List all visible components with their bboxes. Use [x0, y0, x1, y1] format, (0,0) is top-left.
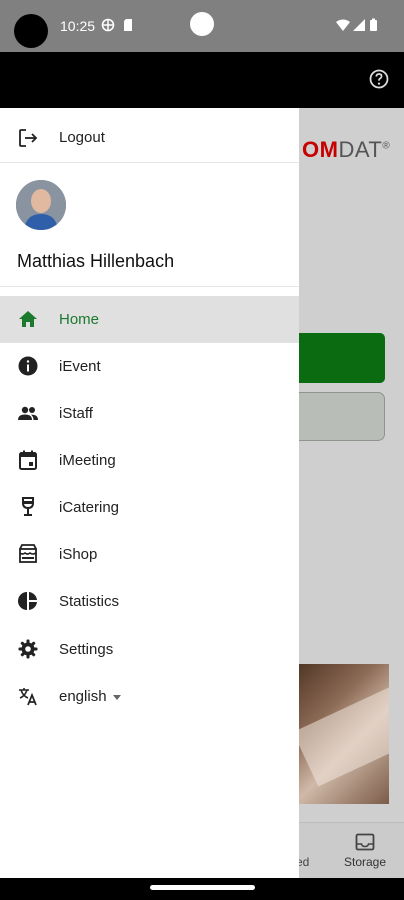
- storage-icon: [355, 833, 375, 851]
- shop-icon: [19, 544, 37, 563]
- drawer-item-label: iMeeting: [59, 452, 116, 469]
- sync-icon: [101, 18, 115, 32]
- info-icon: [18, 356, 38, 376]
- avatar: [16, 180, 66, 230]
- drawer-item-istaff[interactable]: iStaff: [0, 390, 299, 437]
- drawer-item-home[interactable]: Home: [0, 296, 299, 343]
- language-label: english: [59, 688, 107, 705]
- user-photo: [16, 180, 66, 230]
- drawer-item-ievent[interactable]: iEvent: [0, 343, 299, 390]
- drawer-item-label: iEvent: [59, 358, 101, 375]
- drawer-item-settings[interactable]: Settings: [0, 626, 299, 673]
- logout-item[interactable]: Logout: [0, 108, 299, 162]
- battery-icon: [370, 18, 377, 31]
- wine-glass-icon: [22, 497, 34, 516]
- language-value: english: [59, 688, 121, 705]
- chevron-down-icon: [112, 694, 121, 700]
- brand-logo: OMDAT®: [302, 137, 391, 162]
- sim-card-icon: [124, 19, 132, 31]
- drawer-item-label: iCatering: [59, 499, 120, 516]
- gear-icon: [18, 639, 38, 659]
- logout-label: Logout: [59, 129, 105, 146]
- people-icon: [18, 406, 38, 420]
- hero-image: [290, 664, 389, 804]
- calendar-icon: [19, 450, 37, 470]
- drawer-item-label: Statistics: [59, 593, 120, 610]
- translate-icon: [19, 688, 37, 706]
- bottom-nav-storage-label: Storage: [344, 855, 387, 869]
- status-bar: 10:25: [0, 0, 404, 52]
- help-icon[interactable]: [368, 68, 390, 90]
- logout-icon: [19, 129, 38, 147]
- home-icon: [19, 311, 37, 327]
- drawer-item-label: Settings: [59, 641, 114, 658]
- drawer-item-label: Home: [59, 311, 100, 328]
- wifi-icon: [336, 19, 350, 31]
- language-selector[interactable]: english: [0, 673, 299, 720]
- signal-icon: [353, 19, 365, 31]
- drawer-item-label: iStaff: [59, 405, 93, 422]
- user-name: Matthias Hillenbach: [17, 251, 175, 271]
- pie-chart-icon: [18, 592, 37, 610]
- camera-cutout: [14, 14, 48, 48]
- drawer-item-imeeting[interactable]: iMeeting: [0, 437, 299, 484]
- drawer-item-ishop[interactable]: iShop: [0, 531, 299, 578]
- drawer-item-label: iShop: [59, 546, 98, 563]
- divider: [0, 162, 299, 163]
- status-time: 10:25: [60, 18, 96, 34]
- app-bar: [0, 52, 404, 108]
- drawer-item-statistics[interactable]: Statistics: [0, 578, 299, 625]
- front-camera: [190, 12, 214, 36]
- home-indicator[interactable]: [150, 885, 255, 890]
- divider: [0, 286, 299, 287]
- drawer-item-icatering[interactable]: iCatering: [0, 484, 299, 531]
